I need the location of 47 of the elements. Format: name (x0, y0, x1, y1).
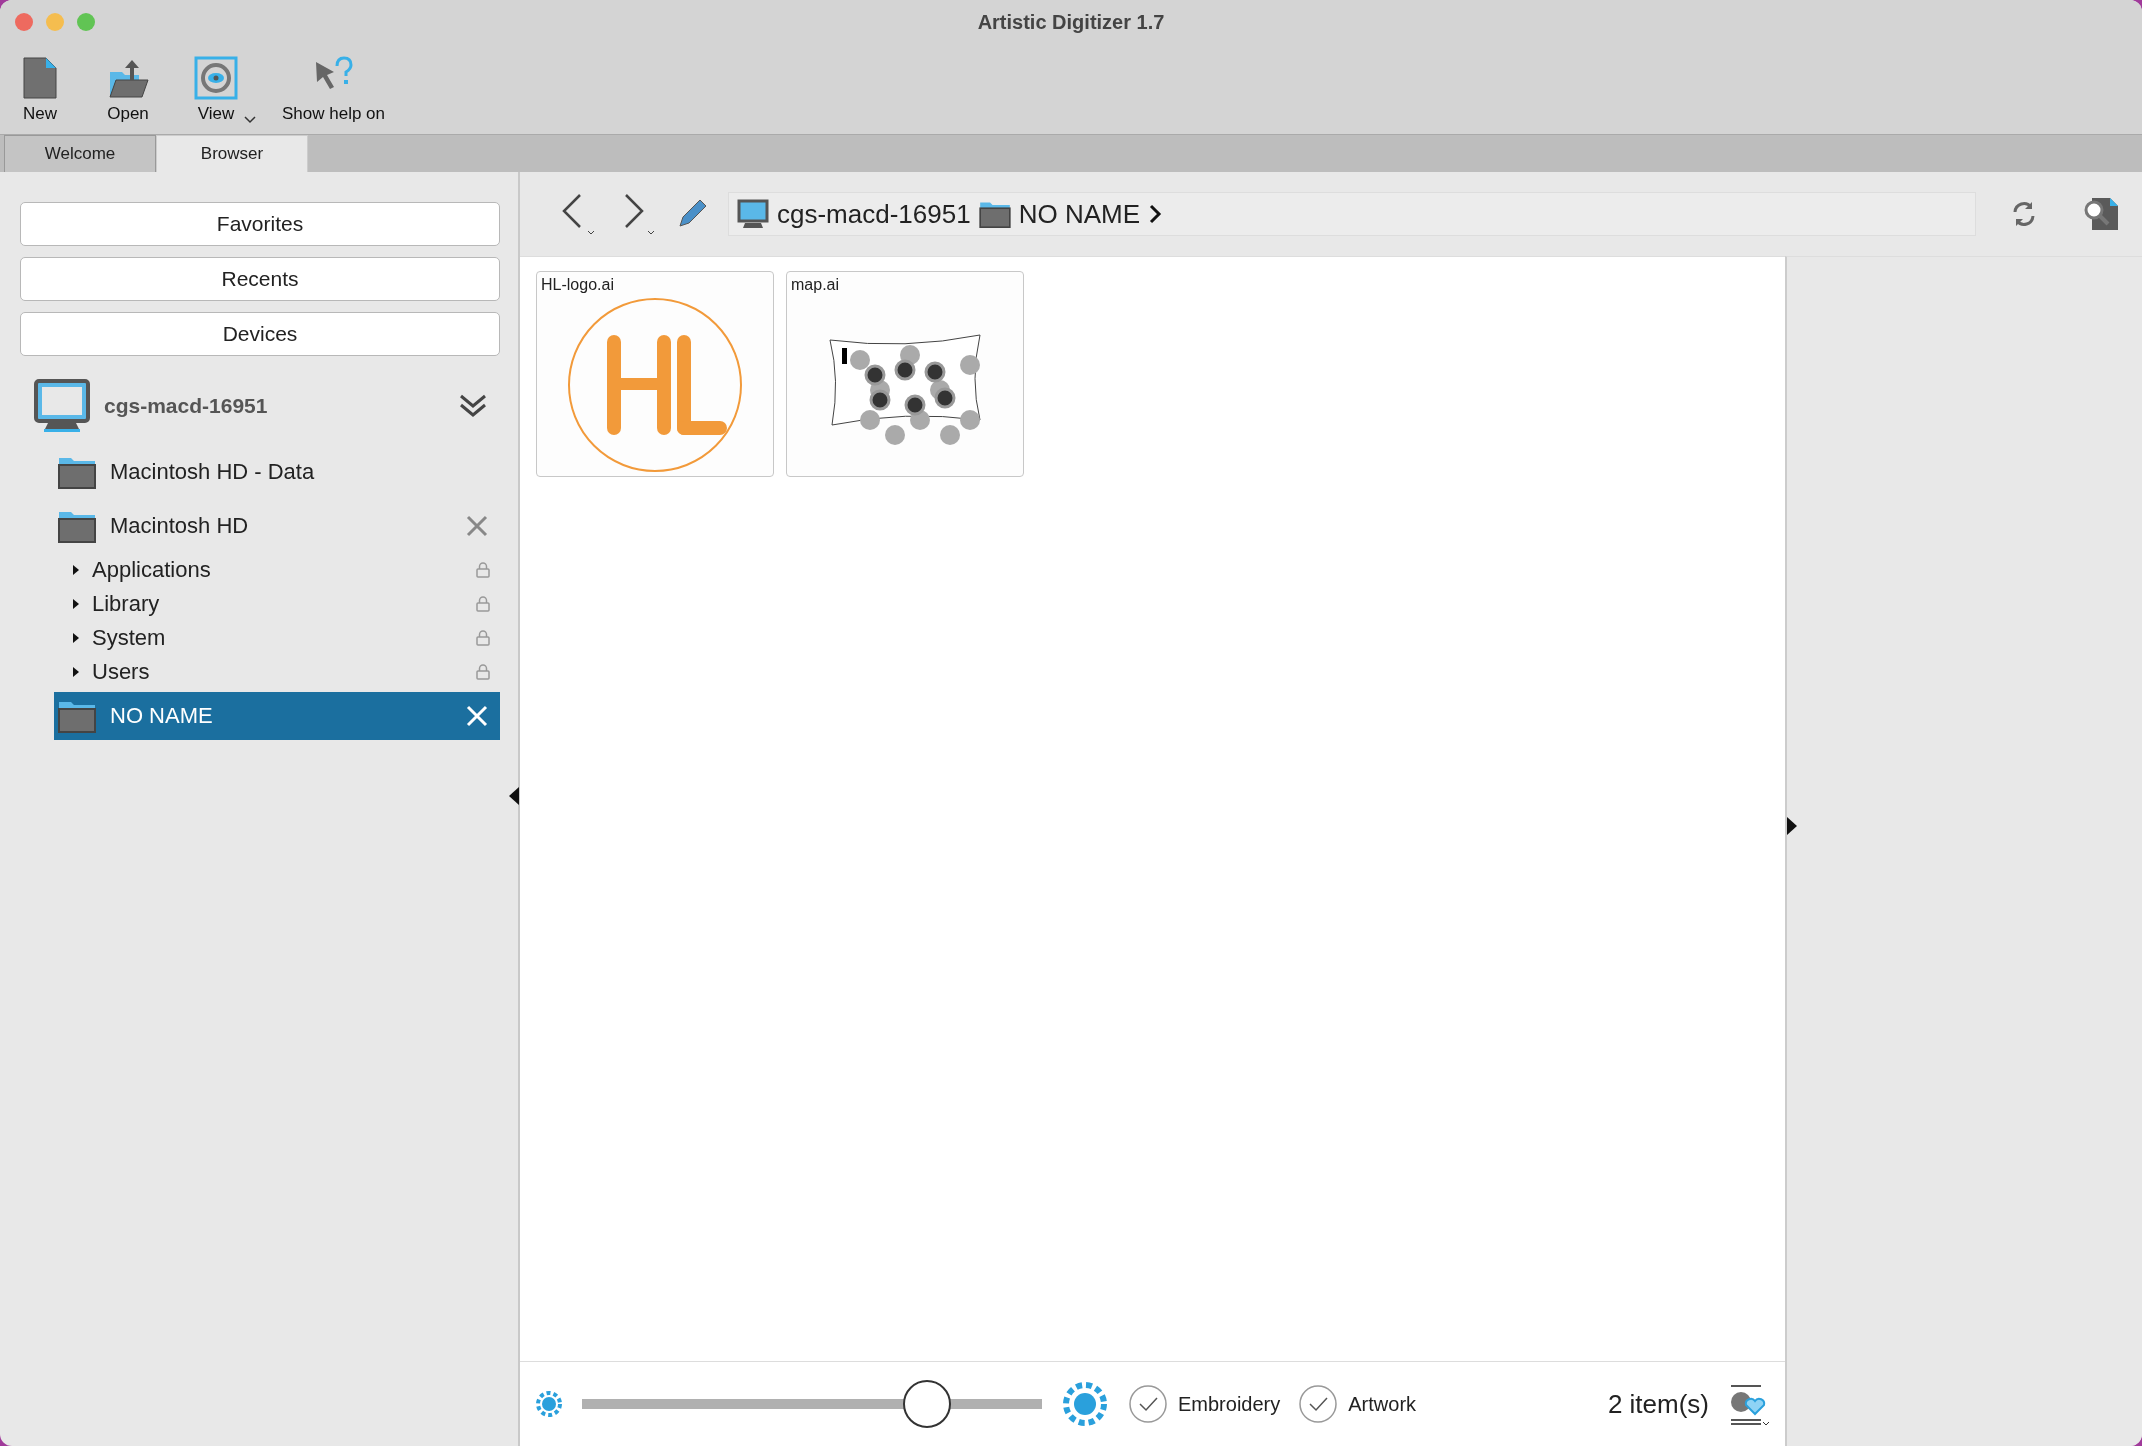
breadcrumb-item[interactable]: cgs-macd-16951 (737, 198, 971, 230)
tab[interactable]: Browser (156, 135, 308, 172)
sidebar-button[interactable]: Favorites (20, 202, 500, 246)
filter-checkbox[interactable]: Embroidery (1128, 1384, 1281, 1424)
expand-arrow-icon[interactable] (72, 666, 80, 678)
folder-name[interactable]: Library (92, 591, 476, 617)
check-circle-icon[interactable] (1128, 1384, 1168, 1424)
toolbar-button[interactable]: View (194, 56, 256, 124)
toolbar-button[interactable]: Show help on (282, 56, 404, 124)
folder-icon (58, 699, 96, 733)
double-chevron-icon[interactable] (458, 393, 488, 419)
window-title: Artistic Digitizer 1.7 (977, 10, 1165, 33)
slider-thumb[interactable] (903, 1380, 951, 1428)
monitor-icon (737, 199, 769, 229)
folder-name[interactable]: Users (92, 659, 476, 685)
pencil-icon[interactable] (676, 198, 708, 230)
volume-item[interactable]: Macintosh HD - Data (54, 448, 500, 496)
breadcrumb-item[interactable]: NO NAME (978, 198, 1140, 230)
sidebar-button[interactable]: Recents (20, 257, 500, 301)
expand-arrow-icon[interactable] (72, 632, 80, 644)
toolbar-button[interactable]: Open (106, 56, 168, 124)
volume-item[interactable]: Macintosh HD (54, 502, 500, 550)
folder-icon (58, 455, 96, 489)
remove-icon[interactable] (466, 515, 488, 537)
sidebar-button[interactable]: Devices (20, 312, 500, 356)
expand-arrow-icon[interactable] (72, 564, 80, 576)
expand-handle-icon[interactable] (1787, 817, 1797, 835)
toolbar-button[interactable]: New (18, 56, 80, 124)
item-count: 2 item(s) (1607, 1388, 1709, 1420)
filter-checkbox[interactable]: Artwork (1298, 1384, 1417, 1424)
folder-icon (58, 509, 96, 543)
file-tile[interactable]: map.ai (786, 271, 1024, 477)
expand-arrow-icon[interactable] (72, 598, 80, 610)
large-flower-icon[interactable] (1060, 1379, 1110, 1429)
chevron-right-icon[interactable] (1148, 204, 1162, 224)
monitor-icon (34, 379, 90, 433)
device-name[interactable]: cgs-macd-16951 (104, 394, 444, 418)
folder-name[interactable]: Applications (92, 557, 476, 583)
check-circle-icon[interactable] (1298, 1384, 1339, 1424)
file-tile[interactable]: HL-logo.ai (536, 271, 774, 477)
tab[interactable]: Welcome (4, 135, 156, 172)
folder-icon (978, 200, 1011, 228)
eye-icon (194, 56, 238, 100)
small-flower-icon[interactable] (534, 1389, 564, 1419)
dropdown-caret-icon (244, 116, 256, 124)
volume-item[interactable]: NO NAME (54, 692, 500, 740)
folder-name[interactable]: System (92, 625, 476, 651)
